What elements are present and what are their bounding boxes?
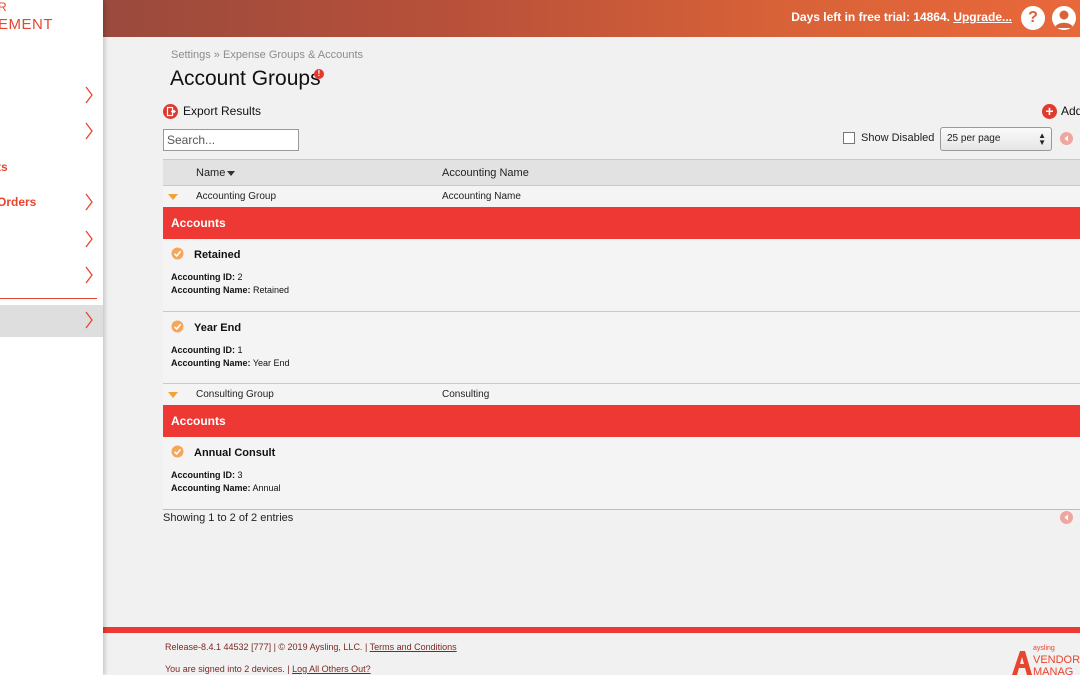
column-header-accounting-name[interactable]: Accounting Name — [442, 167, 529, 179]
sidebar-item-3[interactable]: ts — [0, 152, 103, 184]
table-row[interactable]: Consulting Group Consulting — [163, 383, 1080, 405]
info-badge-icon[interactable]: ! — [314, 69, 324, 79]
brand-a-icon — [1012, 651, 1032, 675]
release-info: Release-8.4.1 44532 [777] | © 2019 Aysli… — [165, 642, 457, 652]
export-results-label: Export Results — [183, 104, 262, 118]
trial-text: Days left in free trial: 14864. — [791, 10, 954, 24]
add-button[interactable]: + Add — [1042, 103, 1080, 119]
export-results-button[interactable]: Export Results — [163, 103, 261, 119]
group-name: Accounting Group — [196, 191, 277, 202]
accounts-band: Accounts — [163, 405, 1080, 437]
per-page-select[interactable]: 25 per page ▲ ▼ — [940, 127, 1052, 151]
show-disabled-checkbox[interactable] — [843, 132, 855, 144]
account-groups-table: Name Accounting Name Accounting Group Ac… — [163, 159, 1080, 510]
group-name: Consulting Group — [196, 389, 274, 400]
chevron-right-icon — [85, 230, 93, 248]
entries-count: Showing 1 to 2 of 2 entries — [163, 512, 294, 524]
chevron-right-icon — [85, 311, 93, 329]
group-accounting-name: Consulting — [442, 389, 490, 400]
pager-previous-icon[interactable] — [1060, 132, 1073, 145]
export-icon — [163, 103, 178, 119]
accounting-id-line: Accounting ID: 3 — [171, 470, 243, 480]
show-disabled-label: Show Disabled — [861, 132, 935, 144]
help-icon[interactable]: ? — [1021, 6, 1045, 30]
account-name: Annual Consult — [194, 447, 276, 459]
accounting-name-line: Accounting Name: Year End — [171, 358, 290, 368]
sort-desc-icon — [227, 170, 236, 176]
accounting-name-line: Accounting Name: Annual — [171, 483, 281, 493]
show-disabled-toggle[interactable]: Show Disabled — [843, 132, 934, 144]
sidebar-item-label: ts — [0, 160, 8, 174]
brand-logo: aysling VENDOR MANAG — [1011, 642, 1080, 675]
user-avatar-icon[interactable] — [1052, 6, 1076, 30]
expand-caret-icon[interactable] — [168, 194, 178, 200]
brand-line1: VENDOR — [1033, 654, 1080, 666]
list-item[interactable]: Annual Consult Accounting ID: 3 Accounti… — [163, 437, 1080, 509]
account-name: Year End — [194, 322, 242, 334]
logo-text-line1: R — [0, 0, 8, 14]
list-item[interactable]: Year End Accounting ID: 1 Accounting Nam… — [163, 311, 1080, 383]
accounting-id-line: Accounting ID: 2 — [171, 272, 243, 282]
account-name: Retained — [194, 249, 241, 261]
list-item[interactable]: Retained Accounting ID: 2 Accounting Nam… — [163, 239, 1080, 311]
check-circle-icon — [171, 445, 184, 458]
page-title: Account Groups — [170, 67, 321, 90]
sidebar-item-6[interactable] — [0, 260, 103, 292]
trial-notice: Days left in free trial: 14864. Upgrade.… — [791, 10, 1012, 24]
logout-others-link[interactable]: Log All Others Out? — [292, 664, 371, 674]
breadcrumb[interactable]: Settings » Expense Groups & Accounts — [171, 49, 363, 61]
per-page-value: 25 per page — [947, 133, 1001, 144]
table-header: Name Accounting Name — [163, 159, 1080, 185]
table-bottom-border — [163, 509, 1080, 510]
select-arrows-icon: ▲ ▼ — [1038, 131, 1046, 147]
plus-icon: + — [1042, 103, 1057, 119]
brand-line2: MANAG — [1033, 666, 1074, 675]
check-circle-icon — [171, 320, 184, 333]
sidebar-item-label: Orders — [0, 195, 37, 209]
footer: Release-8.4.1 44532 [777] | © 2019 Aysli… — [103, 627, 1080, 675]
column-header-name[interactable]: Name — [196, 167, 236, 179]
sidebar: R EMENT ts Orders — [0, 0, 103, 675]
sidebar-item-active[interactable] — [0, 305, 103, 337]
chevron-right-icon — [85, 122, 93, 140]
search-input[interactable] — [163, 129, 299, 151]
sidebar-item-2[interactable] — [0, 116, 103, 148]
logo-text-line2: EMENT — [0, 16, 53, 33]
terms-link[interactable]: Terms and Conditions — [370, 642, 457, 652]
sidebar-divider — [0, 298, 97, 299]
sidebar-item-1[interactable] — [0, 80, 103, 112]
top-bar: Days left in free trial: 14864. Upgrade.… — [103, 0, 1080, 37]
accounting-name-line: Accounting Name: Retained — [171, 285, 290, 295]
pager-previous-icon[interactable] — [1060, 511, 1073, 524]
check-circle-icon — [171, 247, 184, 260]
table-row[interactable]: Accounting Group Accounting Name — [163, 185, 1080, 207]
group-accounting-name: Accounting Name — [442, 191, 521, 202]
chevron-right-icon — [85, 86, 93, 104]
chevron-right-icon — [85, 266, 93, 284]
add-label: Add — [1061, 104, 1080, 118]
sidebar-item-5[interactable] — [0, 224, 103, 256]
main-content: Settings » Expense Groups & Accounts Acc… — [103, 37, 1080, 627]
brand-small-text: aysling — [1033, 645, 1055, 652]
accounts-band: Accounts — [163, 207, 1080, 239]
signed-in-info: You are signed into 2 devices. | Log All… — [165, 664, 371, 674]
expand-caret-icon[interactable] — [168, 392, 178, 398]
accounting-id-line: Accounting ID: 1 — [171, 345, 243, 355]
upgrade-link[interactable]: Upgrade... — [953, 10, 1012, 24]
chevron-right-icon — [85, 193, 93, 211]
sidebar-item-orders[interactable]: Orders — [0, 187, 103, 219]
